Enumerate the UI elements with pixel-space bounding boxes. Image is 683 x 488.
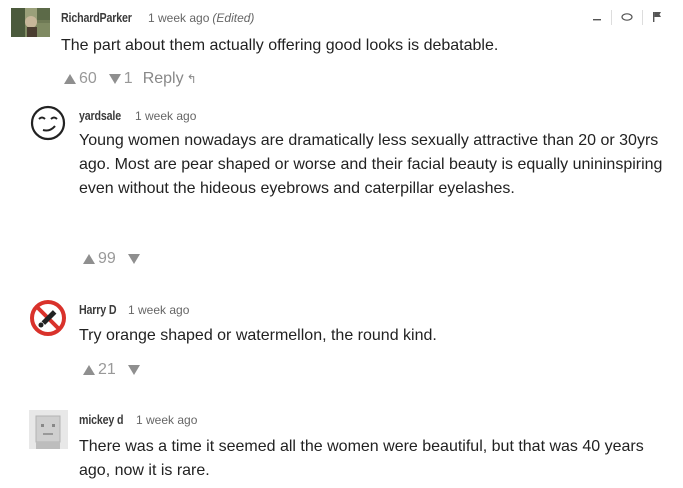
comment: yardsale 1 week ago Young women nowadays… bbox=[0, 100, 683, 280]
comment-author[interactable]: yardsale bbox=[79, 108, 121, 123]
upvote-count: 99 bbox=[98, 250, 116, 267]
reply-arrow-icon: ↰ bbox=[186, 72, 197, 86]
watch-icon[interactable] bbox=[612, 10, 643, 25]
upvote-icon[interactable] bbox=[83, 254, 95, 264]
comment: mickey d 1 week ago There was a time it … bbox=[0, 398, 683, 488]
upvote-icon[interactable] bbox=[83, 365, 95, 375]
comment-body: The part about them actually offering go… bbox=[61, 37, 499, 54]
comment-timestamp[interactable]: 1 week ago bbox=[128, 303, 189, 317]
no-sign-icon bbox=[30, 300, 66, 336]
timestamp-text[interactable]: 1 week ago bbox=[148, 11, 209, 25]
comment-author[interactable]: RichardParker bbox=[61, 10, 132, 25]
vote-bar: 99 bbox=[83, 250, 143, 268]
comment-author[interactable]: Harry D bbox=[79, 302, 117, 317]
comment-body: There was a time it seemed all the women… bbox=[79, 438, 644, 479]
comment-body: Young women nowadays are dramatically le… bbox=[79, 132, 663, 197]
minimize-icon[interactable] bbox=[583, 10, 612, 25]
comment-timestamp[interactable]: 1 week ago (Edited) bbox=[148, 11, 254, 25]
comment-timestamp[interactable]: 1 week ago bbox=[136, 413, 197, 427]
avatar[interactable] bbox=[29, 410, 68, 449]
vote-bar: 21 bbox=[83, 361, 143, 379]
comment-tools bbox=[583, 10, 671, 25]
smirk-face-icon bbox=[28, 103, 68, 143]
block-face-icon bbox=[29, 410, 68, 449]
comment-author[interactable]: mickey d bbox=[79, 412, 123, 427]
edited-label: (Edited) bbox=[212, 11, 255, 25]
flag-icon[interactable] bbox=[643, 10, 671, 25]
comment: Harry D 1 week ago Try orange shaped or … bbox=[0, 290, 683, 390]
downvote-icon[interactable] bbox=[108, 74, 121, 84]
reply-label: Reply bbox=[142, 70, 184, 87]
avatar[interactable] bbox=[28, 103, 68, 143]
upvote-count: 60 bbox=[79, 70, 97, 87]
downvote-count: 1 bbox=[123, 70, 133, 87]
reply-button[interactable]: Reply ↰ bbox=[143, 70, 197, 88]
upvote-icon[interactable] bbox=[64, 74, 76, 84]
vote-bar: 60 1 Reply ↰ bbox=[64, 70, 197, 88]
downvote-icon[interactable] bbox=[127, 254, 140, 264]
avatar[interactable] bbox=[28, 298, 68, 338]
comment-timestamp[interactable]: 1 week ago bbox=[135, 109, 196, 123]
downvote-icon[interactable] bbox=[127, 365, 140, 375]
comment-body: Try orange shaped or watermellon, the ro… bbox=[79, 327, 437, 344]
comment: RichardParker 1 week ago (Edited) The par… bbox=[0, 0, 683, 100]
upvote-count: 21 bbox=[98, 361, 116, 378]
avatar[interactable] bbox=[11, 8, 50, 37]
